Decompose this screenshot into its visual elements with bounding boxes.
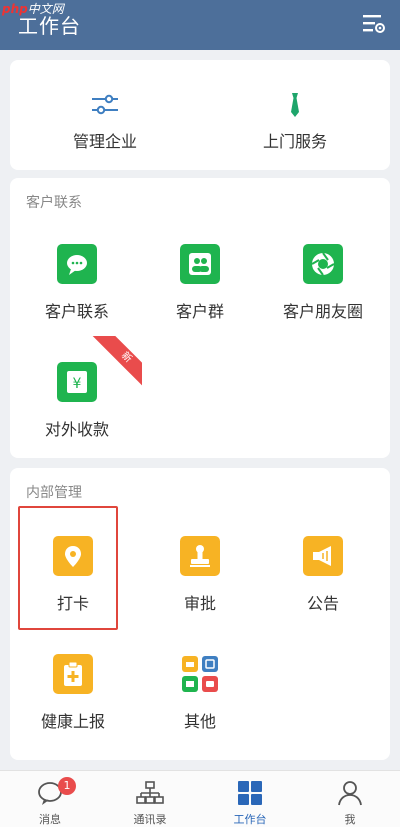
app-check-in[interactable]: 打卡 (10, 536, 136, 646)
onsite-service-button[interactable]: 上门服务 (200, 60, 390, 170)
app-health-report[interactable]: 健康上报 (10, 654, 136, 764)
onsite-service-label: 上门服务 (262, 132, 327, 151)
app-label: 其他 (183, 712, 216, 731)
internal-management-section: 内部管理 打卡 审批 公告 健康上报 其他 (10, 468, 390, 760)
app-approval[interactable]: 审批 (137, 536, 263, 646)
app-label: 客户群 (175, 302, 224, 321)
new-ribbon-badge: 新 (90, 336, 142, 388)
unread-badge: 1 (58, 777, 76, 795)
app-label: 客户朋友圈 (282, 302, 363, 321)
tab-messages[interactable]: 1 消息 (0, 771, 100, 827)
section-title: 内部管理 (26, 485, 82, 501)
tab-contacts[interactable]: 通讯录 (100, 771, 200, 827)
clipboard-plus-icon (53, 654, 93, 694)
services-card: 管理企业 上门服务 (10, 60, 390, 170)
tab-label: 通讯录 (133, 813, 167, 826)
app-others[interactable]: 其他 (137, 654, 263, 764)
app-label: 健康上报 (40, 712, 105, 731)
manage-company-button[interactable]: 管理企业 (10, 60, 200, 170)
tie-icon (280, 90, 310, 120)
app-label: 客户联系 (44, 302, 109, 321)
location-pin-icon (53, 536, 93, 576)
app-customer-group[interactable]: 客户群 (137, 244, 263, 354)
person-icon (336, 779, 364, 807)
megaphone-icon (303, 536, 343, 576)
customer-contact-section: 客户联系 客户联系 客户群 客户朋友圈 ¥ 对外收款 新 (10, 178, 390, 458)
tab-me[interactable]: 我 (300, 771, 400, 827)
sliders-icon (90, 90, 120, 120)
manage-company-label: 管理企业 (72, 132, 137, 151)
tab-workbench[interactable]: 工作台 (200, 771, 300, 827)
page-title: 工作台 (18, 14, 81, 38)
svg-text:¥: ¥ (73, 376, 82, 392)
app-label: 打卡 (56, 594, 89, 613)
tab-label: 我 (344, 813, 356, 826)
app-announcement[interactable]: 公告 (260, 536, 386, 646)
workbench-grid-icon (236, 779, 264, 807)
grid-apps-icon (180, 654, 220, 694)
header-bar: php中文网 工作台 (0, 0, 400, 50)
group-icon (180, 244, 220, 284)
ribbon-text: 新 (92, 336, 142, 388)
app-label: 公告 (306, 594, 339, 613)
section-title: 客户联系 (26, 195, 82, 211)
org-chart-icon (136, 779, 164, 807)
bottom-tab-bar: 1 消息 通讯录 工作台 我 (0, 770, 400, 827)
tab-label: 消息 (39, 813, 61, 826)
tab-label: 工作台 (233, 813, 267, 826)
settings-menu-icon[interactable] (362, 13, 386, 35)
chat-bubble-icon (57, 244, 97, 284)
app-customer-moments[interactable]: 客户朋友圈 (260, 244, 386, 354)
app-label: 审批 (183, 594, 216, 613)
stamp-icon (180, 536, 220, 576)
app-label: 对外收款 (44, 420, 109, 439)
aperture-icon (303, 244, 343, 284)
